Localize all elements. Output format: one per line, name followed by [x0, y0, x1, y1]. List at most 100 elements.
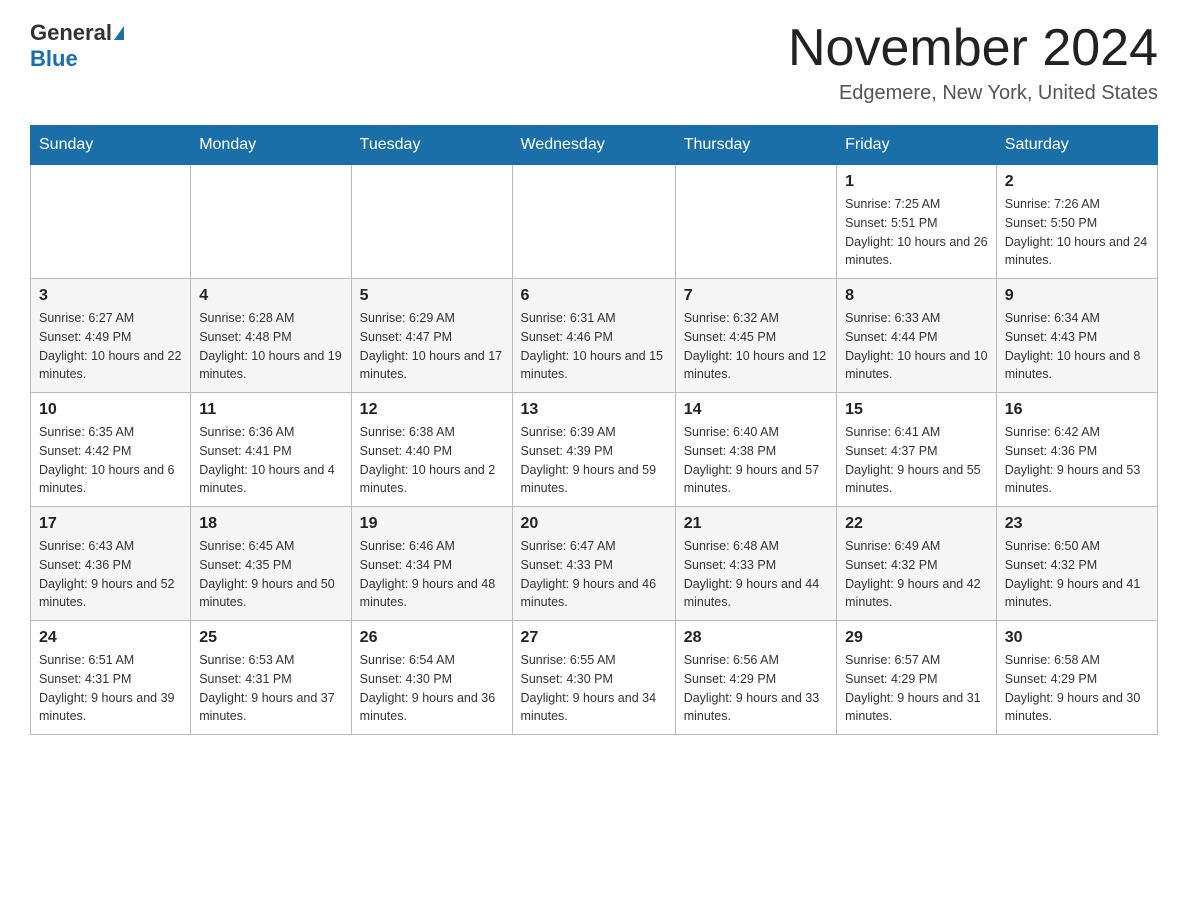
calendar-week-row: 17Sunrise: 6:43 AMSunset: 4:36 PMDayligh…	[31, 507, 1158, 621]
day-info: Sunrise: 7:26 AMSunset: 5:50 PMDaylight:…	[1005, 195, 1149, 270]
calendar-week-row: 10Sunrise: 6:35 AMSunset: 4:42 PMDayligh…	[31, 393, 1158, 507]
day-number: 9	[1005, 287, 1149, 305]
calendar-title: November 2024	[788, 20, 1158, 77]
calendar-cell: 2 Sunrise: 7:26 AMSunset: 5:50 PMDaylight…	[996, 165, 1157, 279]
day-number: 30	[1005, 629, 1149, 647]
weekday-header-monday: Monday	[191, 126, 351, 165]
day-number: 8	[845, 287, 988, 305]
day-number: 21	[684, 515, 828, 533]
day-number: 13	[521, 401, 667, 419]
page-header: General Blue November 2024 Edgemere, New…	[30, 20, 1158, 105]
day-info: Sunrise: 6:47 AMSunset: 4:33 PMDaylight:…	[521, 537, 667, 612]
logo: General Blue	[30, 20, 124, 72]
calendar-cell: 7 Sunrise: 6:32 AMSunset: 4:45 PMDaylight…	[675, 279, 836, 393]
calendar-cell: 17Sunrise: 6:43 AMSunset: 4:36 PMDayligh…	[31, 507, 191, 621]
day-info: Sunrise: 6:48 AMSunset: 4:33 PMDaylight:…	[684, 537, 828, 612]
calendar-week-row: 24 Sunrise: 6:51 AMSunset: 4:31 PMDayligh…	[31, 621, 1158, 735]
day-info: Sunrise: 6:56 AMSunset: 4:29 PMDaylight:…	[684, 651, 828, 726]
weekday-header-sunday: Sunday	[31, 126, 191, 165]
weekday-header-wednesday: Wednesday	[512, 126, 675, 165]
day-number: 5	[360, 287, 504, 305]
day-info: Sunrise: 6:53 AMSunset: 4:31 PMDaylight:…	[199, 651, 342, 726]
calendar-cell: 16Sunrise: 6:42 AMSunset: 4:36 PMDayligh…	[996, 393, 1157, 507]
day-info: Sunrise: 6:41 AMSunset: 4:37 PMDaylight:…	[845, 423, 988, 498]
calendar-cell: 14 Sunrise: 6:40 AMSunset: 4:38 PMDayligh…	[675, 393, 836, 507]
calendar-cell: 12 Sunrise: 6:38 AMSunset: 4:40 PMDayligh…	[351, 393, 512, 507]
calendar-cell: 29 Sunrise: 6:57 AMSunset: 4:29 PMDayligh…	[837, 621, 997, 735]
day-info: Sunrise: 6:36 AMSunset: 4:41 PMDaylight:…	[199, 423, 342, 498]
day-number: 27	[521, 629, 667, 647]
day-number: 28	[684, 629, 828, 647]
day-info: Sunrise: 6:31 AMSunset: 4:46 PMDaylight:…	[521, 309, 667, 384]
calendar-table: SundayMondayTuesdayWednesdayThursdayFrid…	[30, 125, 1158, 735]
day-number: 22	[845, 515, 988, 533]
day-number: 14	[684, 401, 828, 419]
day-info: Sunrise: 6:39 AMSunset: 4:39 PMDaylight:…	[521, 423, 667, 498]
day-info: Sunrise: 6:51 AMSunset: 4:31 PMDaylight:…	[39, 651, 182, 726]
day-info: Sunrise: 6:28 AMSunset: 4:48 PMDaylight:…	[199, 309, 342, 384]
calendar-cell: 8 Sunrise: 6:33 AMSunset: 4:44 PMDaylight…	[837, 279, 997, 393]
day-number: 7	[684, 287, 828, 305]
calendar-cell: 26 Sunrise: 6:54 AMSunset: 4:30 PMDayligh…	[351, 621, 512, 735]
logo-general-text: General	[30, 20, 112, 46]
day-number: 10	[39, 401, 182, 419]
day-info: Sunrise: 6:43 AMSunset: 4:36 PMDaylight:…	[39, 537, 182, 612]
calendar-cell	[675, 165, 836, 279]
calendar-cell: 5Sunrise: 6:29 AMSunset: 4:47 PMDaylight…	[351, 279, 512, 393]
day-number: 3	[39, 287, 182, 305]
calendar-week-row: 3 Sunrise: 6:27 AMSunset: 4:49 PMDaylight…	[31, 279, 1158, 393]
day-number: 29	[845, 629, 988, 647]
title-section: November 2024 Edgemere, New York, United…	[788, 20, 1158, 105]
day-info: Sunrise: 6:54 AMSunset: 4:30 PMDaylight:…	[360, 651, 504, 726]
calendar-cell	[351, 165, 512, 279]
day-info: Sunrise: 6:38 AMSunset: 4:40 PMDaylight:…	[360, 423, 504, 498]
calendar-cell: 20 Sunrise: 6:47 AMSunset: 4:33 PMDayligh…	[512, 507, 675, 621]
day-info: Sunrise: 6:40 AMSunset: 4:38 PMDaylight:…	[684, 423, 828, 498]
calendar-cell: 1 Sunrise: 7:25 AMSunset: 5:51 PMDaylight…	[837, 165, 997, 279]
day-number: 23	[1005, 515, 1149, 533]
weekday-header-friday: Friday	[837, 126, 997, 165]
weekday-header-tuesday: Tuesday	[351, 126, 512, 165]
calendar-cell: 23 Sunrise: 6:50 AMSunset: 4:32 PMDayligh…	[996, 507, 1157, 621]
day-number: 11	[199, 401, 342, 419]
day-info: Sunrise: 6:34 AMSunset: 4:43 PMDaylight:…	[1005, 309, 1149, 384]
calendar-cell	[191, 165, 351, 279]
day-number: 2	[1005, 173, 1149, 191]
calendar-cell: 30Sunrise: 6:58 AMSunset: 4:29 PMDayligh…	[996, 621, 1157, 735]
day-info: Sunrise: 6:46 AMSunset: 4:34 PMDaylight:…	[360, 537, 504, 612]
day-info: Sunrise: 6:45 AMSunset: 4:35 PMDaylight:…	[199, 537, 342, 612]
day-number: 18	[199, 515, 342, 533]
calendar-cell: 15 Sunrise: 6:41 AMSunset: 4:37 PMDayligh…	[837, 393, 997, 507]
day-number: 24	[39, 629, 182, 647]
weekday-header-thursday: Thursday	[675, 126, 836, 165]
calendar-cell: 22Sunrise: 6:49 AMSunset: 4:32 PMDayligh…	[837, 507, 997, 621]
calendar-cell: 6Sunrise: 6:31 AMSunset: 4:46 PMDaylight…	[512, 279, 675, 393]
day-info: Sunrise: 6:32 AMSunset: 4:45 PMDaylight:…	[684, 309, 828, 384]
day-number: 4	[199, 287, 342, 305]
day-info: Sunrise: 6:57 AMSunset: 4:29 PMDaylight:…	[845, 651, 988, 726]
logo-triangle-icon	[114, 26, 124, 40]
calendar-cell	[512, 165, 675, 279]
logo-blue-text: Blue	[30, 46, 78, 71]
calendar-subtitle: Edgemere, New York, United States	[788, 82, 1158, 105]
day-number: 20	[521, 515, 667, 533]
day-number: 16	[1005, 401, 1149, 419]
calendar-cell: 25Sunrise: 6:53 AMSunset: 4:31 PMDayligh…	[191, 621, 351, 735]
calendar-cell: 10Sunrise: 6:35 AMSunset: 4:42 PMDayligh…	[31, 393, 191, 507]
calendar-cell: 21 Sunrise: 6:48 AMSunset: 4:33 PMDayligh…	[675, 507, 836, 621]
day-number: 15	[845, 401, 988, 419]
day-info: Sunrise: 7:25 AMSunset: 5:51 PMDaylight:…	[845, 195, 988, 270]
day-number: 19	[360, 515, 504, 533]
day-number: 12	[360, 401, 504, 419]
day-info: Sunrise: 6:50 AMSunset: 4:32 PMDaylight:…	[1005, 537, 1149, 612]
day-number: 26	[360, 629, 504, 647]
calendar-cell: 19 Sunrise: 6:46 AMSunset: 4:34 PMDayligh…	[351, 507, 512, 621]
calendar-cell: 11 Sunrise: 6:36 AMSunset: 4:41 PMDayligh…	[191, 393, 351, 507]
day-info: Sunrise: 6:27 AMSunset: 4:49 PMDaylight:…	[39, 309, 182, 384]
calendar-cell	[31, 165, 191, 279]
calendar-cell: 28 Sunrise: 6:56 AMSunset: 4:29 PMDayligh…	[675, 621, 836, 735]
day-info: Sunrise: 6:33 AMSunset: 4:44 PMDaylight:…	[845, 309, 988, 384]
weekday-header-row: SundayMondayTuesdayWednesdayThursdayFrid…	[31, 126, 1158, 165]
calendar-cell: 18 Sunrise: 6:45 AMSunset: 4:35 PMDayligh…	[191, 507, 351, 621]
day-number: 1	[845, 173, 988, 191]
